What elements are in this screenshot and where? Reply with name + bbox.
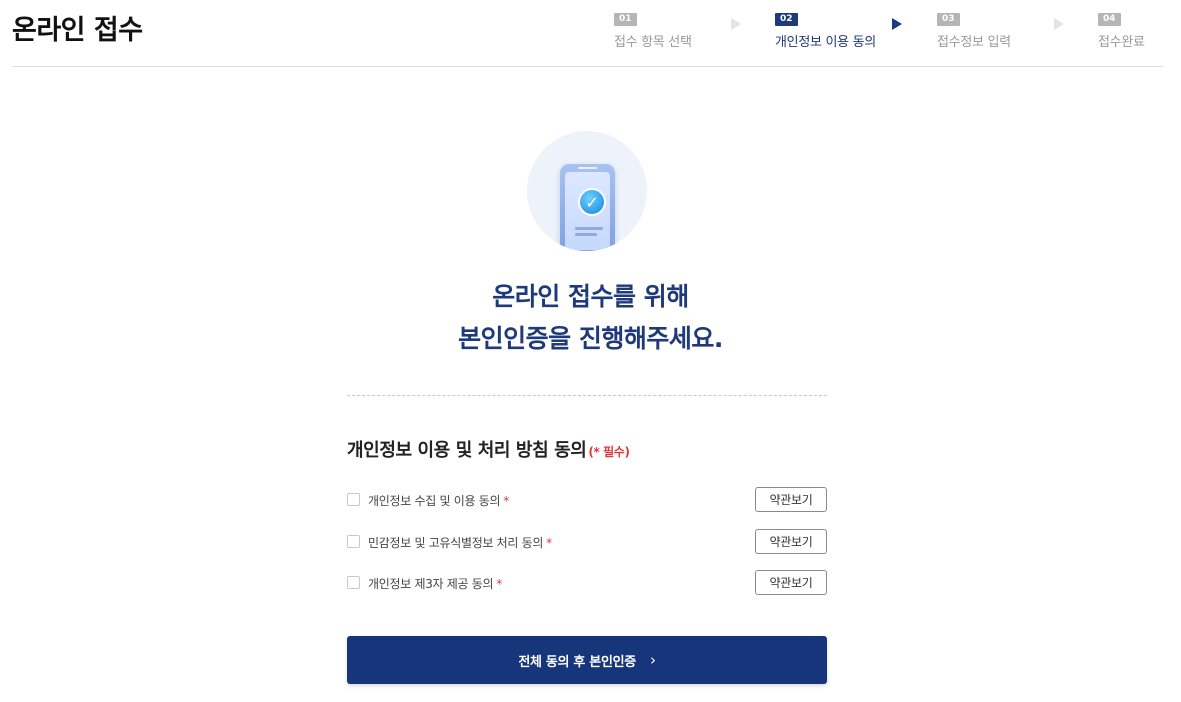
- dashed-divider: [347, 395, 827, 396]
- step-number: 02: [775, 13, 798, 26]
- section-title: 개인정보 이용 및 처리 방침 동의 (* 필수): [347, 436, 630, 462]
- text-line-icon: [575, 227, 603, 230]
- step-number: 04: [1098, 13, 1121, 26]
- step-2: 02 개인정보 이용 동의: [775, 6, 876, 50]
- step-arrow-icon: [1054, 18, 1064, 30]
- agree-all-verify-button[interactable]: 전체 동의 후 본인인증 ›: [347, 636, 827, 684]
- agreement-label[interactable]: 민감정보 및 고유식별정보 처리 동의 *: [368, 534, 552, 551]
- step-arrow-icon: [892, 18, 902, 30]
- required-mark: *: [496, 577, 502, 591]
- agreement-label-text: 개인정보 수집 및 이용 동의: [368, 494, 501, 508]
- page-title: 온라인 접수: [12, 15, 143, 46]
- step-label: 접수 항목 선택: [614, 35, 692, 50]
- chevron-right-icon: ›: [649, 651, 656, 669]
- phone-notch: [578, 167, 597, 169]
- agreement-row: 민감정보 및 고유식별정보 처리 동의 * 약관보기: [347, 529, 827, 555]
- hero-headline-line1: 온라인 접수를 위해: [492, 282, 689, 311]
- step-1: 01 접수 항목 선택: [614, 6, 692, 50]
- agreement-row: 개인정보 수집 및 이용 동의 * 약관보기: [347, 487, 827, 513]
- section-title-text: 개인정보 이용 및 처리 방침 동의: [347, 440, 587, 461]
- step-arrow-icon: [731, 18, 741, 30]
- agreement-label-text: 개인정보 제3자 제공 동의: [368, 577, 494, 591]
- agreement-row: 개인정보 제3자 제공 동의 * 약관보기: [347, 570, 827, 596]
- view-terms-button[interactable]: 약관보기: [755, 570, 827, 595]
- required-note: (* 필수): [588, 445, 630, 459]
- step-4: 04 접수완료: [1098, 6, 1145, 50]
- required-mark: *: [546, 536, 552, 550]
- step-number: 01: [614, 13, 637, 26]
- view-terms-button[interactable]: 약관보기: [755, 529, 827, 554]
- agreement-checkbox[interactable]: [347, 535, 360, 548]
- header-divider: [12, 66, 1163, 67]
- view-terms-button[interactable]: 약관보기: [755, 487, 827, 512]
- agreement-label-text: 민감정보 및 고유식별정보 처리 동의: [368, 536, 544, 550]
- phone-illustration: ✓: [560, 164, 615, 251]
- phone-check-icon: ✓: [527, 131, 647, 251]
- step-number: 03: [937, 13, 960, 26]
- agreement-checkbox[interactable]: [347, 493, 360, 506]
- check-icon: ✓: [578, 188, 606, 216]
- submit-label: 전체 동의 후 본인인증: [518, 654, 636, 670]
- phone-screen: ✓: [565, 172, 610, 250]
- required-mark: *: [503, 494, 509, 508]
- text-line-icon: [575, 233, 597, 236]
- agreement-checkbox[interactable]: [347, 576, 360, 589]
- agreement-label[interactable]: 개인정보 수집 및 이용 동의 *: [368, 492, 509, 509]
- progress-steps: 01 접수 항목 선택 02 개인정보 이용 동의 03 접수정보 입력 04 …: [614, 6, 1154, 50]
- agreement-label[interactable]: 개인정보 제3자 제공 동의 *: [368, 575, 502, 592]
- step-label: 접수정보 입력: [937, 35, 1011, 50]
- step-3: 03 접수정보 입력: [937, 6, 1011, 50]
- step-label: 접수완료: [1098, 35, 1145, 50]
- step-label: 개인정보 이용 동의: [775, 35, 876, 50]
- hero-headline-line2: 본인인증을 진행해주세요.: [458, 324, 723, 353]
